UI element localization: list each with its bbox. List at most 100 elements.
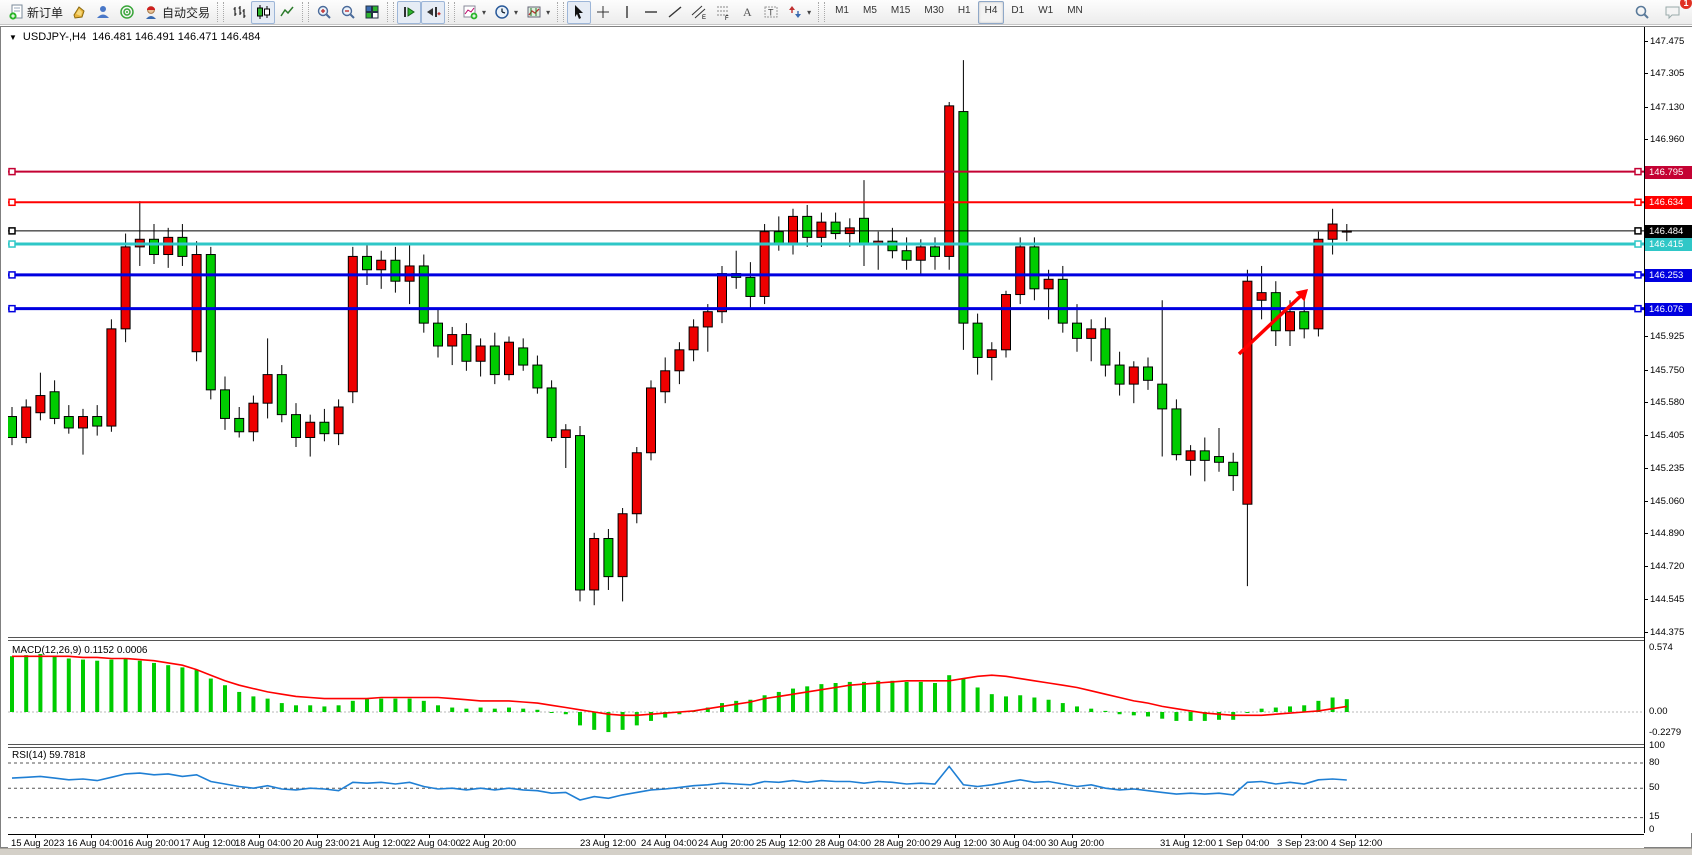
price-tick: 145.580	[1650, 397, 1684, 408]
toolbar-group-objects: E F A T ▾	[567, 1, 815, 24]
candle-down	[1073, 323, 1082, 338]
vertical-line-button[interactable]	[615, 1, 639, 24]
indicators-icon	[462, 4, 478, 20]
macd-panel-svg[interactable]: MACD(12,26,9) 0.1152 0.0006	[8, 641, 1644, 744]
chart-title-symbol: USDJPY-,H4	[23, 31, 86, 43]
template-button[interactable]: ▾	[522, 1, 554, 24]
hline-handle[interactable]	[1635, 272, 1641, 278]
chevron-down-icon[interactable]: ▼	[9, 33, 17, 42]
time-tick	[780, 835, 781, 838]
time-tick	[898, 835, 899, 838]
window-bottom-strip	[0, 848, 1692, 855]
price-tick: 145.235	[1650, 463, 1684, 474]
macd-histogram-bar	[1345, 699, 1349, 712]
macd-histogram-bar	[53, 656, 57, 712]
candle-down	[235, 418, 244, 431]
hline-handle[interactable]	[9, 169, 15, 175]
macd-histogram-bar	[308, 705, 312, 712]
rsi-panel-svg[interactable]: RSI(14) 59.7818	[8, 747, 1644, 833]
horizontal-line-button[interactable]	[639, 1, 663, 24]
macd-histogram-bar	[365, 699, 369, 712]
price-tick: 147.305	[1650, 68, 1684, 79]
channel-button[interactable]: E	[687, 1, 711, 24]
hline-handle[interactable]	[1635, 228, 1641, 234]
auto-scroll-button[interactable]	[397, 1, 421, 24]
hline-handle[interactable]	[1635, 241, 1641, 247]
bar-chart-button[interactable]	[227, 1, 251, 24]
hline-handle[interactable]	[1635, 306, 1641, 312]
macd-histogram-bar	[422, 701, 426, 712]
tile-windows-icon	[364, 4, 380, 20]
chart-shift-button[interactable]	[421, 1, 445, 24]
macd-histogram-bar	[138, 661, 142, 712]
vertical-line-icon	[619, 4, 635, 20]
search-button[interactable]	[1630, 1, 1654, 24]
macd-histogram-bar	[1160, 712, 1164, 719]
candle-up	[647, 388, 656, 453]
fibonacci-button[interactable]: F	[711, 1, 735, 24]
crosshair-button[interactable]	[591, 1, 615, 24]
mql-community-button[interactable]	[91, 1, 115, 24]
hline-handle[interactable]	[9, 272, 15, 278]
candle-up	[689, 327, 698, 350]
trendline-button[interactable]	[663, 1, 687, 24]
time-tick	[1184, 835, 1185, 838]
hline-handle[interactable]	[9, 228, 15, 234]
notification-badge: 1	[1680, 0, 1692, 9]
tab-m5[interactable]: M5	[856, 1, 884, 24]
hline-handle[interactable]	[1635, 169, 1641, 175]
candle-down	[221, 390, 230, 419]
time-tick	[1301, 835, 1302, 838]
tab-h4[interactable]: H4	[978, 1, 1005, 24]
hline-handle[interactable]	[9, 306, 15, 312]
macd-histogram-bar	[1302, 705, 1306, 712]
periods-button[interactable]: ▾	[490, 1, 522, 24]
line-chart-button[interactable]	[275, 1, 299, 24]
toolbar: 新订单 自动交易 ▾ ▾	[0, 0, 1692, 25]
candlestick-button[interactable]	[251, 1, 275, 24]
tab-d1[interactable]: D1	[1004, 1, 1031, 24]
candle-down	[576, 436, 585, 590]
candle-up	[263, 375, 272, 404]
arrows-button[interactable]: ▾	[783, 1, 815, 24]
indicators-button[interactable]: ▾	[458, 1, 490, 24]
candle-down	[1215, 457, 1224, 463]
zoom-out-button[interactable]	[336, 1, 360, 24]
hline-handle[interactable]	[9, 241, 15, 247]
channel-icon: E	[691, 4, 707, 20]
toolbar-group-main: 新订单 自动交易	[4, 1, 214, 24]
tab-m30[interactable]: M30	[917, 1, 950, 24]
notifications-button[interactable]: 1	[1660, 1, 1686, 24]
text-button[interactable]: A	[735, 1, 759, 24]
price-axis[interactable]: 147.475147.305147.130146.960145.925145.7…	[1644, 27, 1692, 833]
candle-up	[1044, 279, 1053, 289]
tab-w1[interactable]: W1	[1031, 1, 1060, 24]
macd-histogram-bar	[564, 712, 568, 714]
chevron-down-icon[interactable]: ▾	[514, 8, 518, 17]
auto-trading-button[interactable]: 自动交易	[139, 1, 214, 24]
main-chart-svg[interactable]	[8, 45, 1644, 637]
tab-m15[interactable]: M15	[884, 1, 917, 24]
tab-mn[interactable]: MN	[1060, 1, 1090, 24]
macd-histogram-bar	[961, 679, 965, 712]
tab-h1[interactable]: H1	[951, 1, 978, 24]
tab-m1[interactable]: M1	[828, 1, 856, 24]
gold-chart-button[interactable]	[67, 1, 91, 24]
text-label-button[interactable]: T	[759, 1, 783, 24]
signal-button[interactable]	[115, 1, 139, 24]
time-tick	[604, 835, 605, 838]
hline-handle[interactable]	[1635, 199, 1641, 205]
candle-up	[789, 216, 798, 243]
macd-histogram-bar	[280, 703, 284, 712]
time-tick	[317, 835, 318, 838]
chevron-down-icon[interactable]: ▾	[807, 8, 811, 17]
macd-histogram-bar	[578, 712, 582, 725]
tile-windows-button[interactable]	[360, 1, 384, 24]
new-order-button[interactable]: 新订单	[4, 1, 67, 24]
zoom-out-icon	[340, 4, 356, 20]
chevron-down-icon[interactable]: ▾	[482, 8, 486, 17]
hline-handle[interactable]	[9, 199, 15, 205]
chevron-down-icon[interactable]: ▾	[546, 8, 550, 17]
cursor-button[interactable]	[567, 1, 591, 24]
zoom-in-button[interactable]	[312, 1, 336, 24]
